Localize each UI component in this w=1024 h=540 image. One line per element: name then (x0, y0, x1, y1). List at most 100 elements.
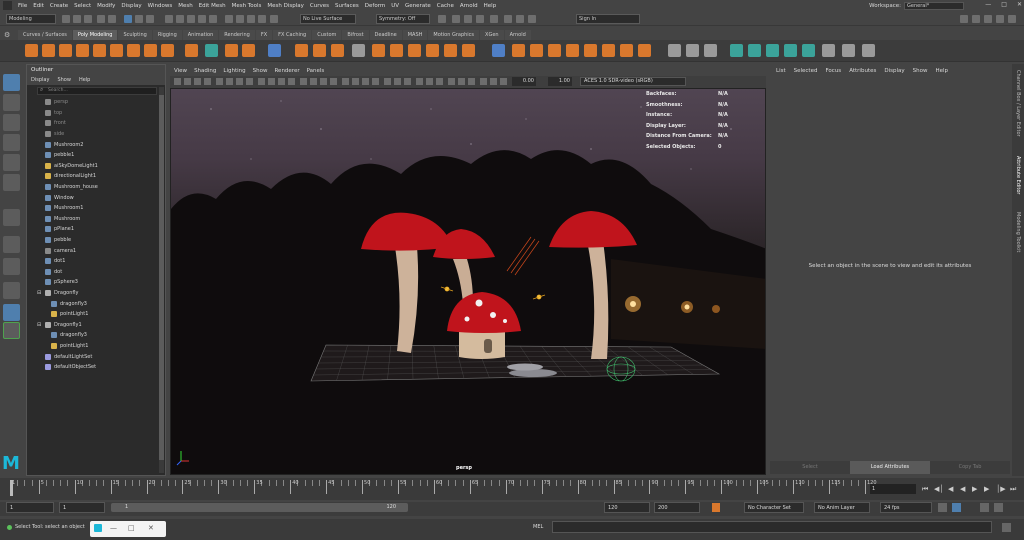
persp-outliner-layout-icon[interactable] (3, 258, 20, 275)
shelf-menu-icon[interactable]: ⚙ (4, 31, 10, 39)
redo-icon[interactable] (108, 15, 116, 23)
shelf-tab-curves-surfaces[interactable]: Curves / Surfaces (18, 30, 72, 40)
ae-menu-focus[interactable]: Focus (825, 67, 841, 76)
menu-mesh[interactable]: Mesh (178, 3, 192, 9)
viewport-tool-icon[interactable] (300, 78, 307, 85)
combine-icon[interactable] (295, 44, 308, 57)
outliner-item[interactable]: dragonfly3 (27, 330, 165, 341)
outliner-item[interactable]: ⊟ Dragonfly1 (27, 319, 165, 330)
select-component-icon[interactable] (146, 15, 154, 23)
shelf-tab-motion-graphics[interactable]: Motion Graphics (428, 30, 480, 40)
poly-plane-icon[interactable] (110, 44, 123, 57)
connect-icon[interactable] (602, 44, 615, 57)
outliner-item[interactable]: pointLight1 (27, 309, 165, 320)
expand-toggle-icon[interactable]: ⊟ (37, 322, 41, 328)
viewport-tool-icon[interactable] (174, 78, 181, 85)
planar-map-icon[interactable] (748, 44, 761, 57)
menu-edit[interactable]: Edit (33, 3, 44, 9)
ae-menu-attributes[interactable]: Attributes (849, 67, 876, 76)
loop-icon[interactable] (938, 503, 947, 512)
tool-settings-icon[interactable] (996, 15, 1004, 23)
poly-pyramid-icon[interactable] (161, 44, 174, 57)
viewport-tool-icon[interactable] (310, 78, 317, 85)
viewport-tool-icon[interactable] (384, 78, 391, 85)
outliner-item[interactable]: defaultLightSet (27, 351, 165, 362)
expand-toggle-icon[interactable]: ⊟ (37, 290, 41, 296)
snap-curve-icon[interactable] (236, 15, 244, 23)
unfold-uv-icon[interactable] (862, 44, 875, 57)
arnold-pause-icon[interactable] (528, 15, 536, 23)
attribute-editor-toggle-icon[interactable] (984, 15, 992, 23)
outliner-item[interactable]: Mushroom_house (27, 182, 165, 193)
outliner-item[interactable]: top (27, 108, 165, 119)
smooth-icon[interactable] (331, 44, 344, 57)
menu-set-dropdown[interactable]: Modeling (6, 14, 56, 24)
viewport-menu-show[interactable]: Show (253, 67, 268, 76)
history-icon[interactable] (438, 15, 446, 23)
bevel-icon[interactable] (426, 44, 439, 57)
poly-cone-icon[interactable] (76, 44, 89, 57)
shelf-tab-animation[interactable]: Animation (182, 30, 219, 40)
poly-cube-icon[interactable] (42, 44, 55, 57)
ae-menu-show[interactable]: Show (913, 67, 928, 76)
playback-start-field[interactable]: 1 (59, 502, 105, 513)
viewport-menu-renderer[interactable]: Renderer (274, 67, 299, 76)
shelf-tab-deadline[interactable]: Deadline (369, 30, 402, 40)
outliner-item[interactable]: dot1 (27, 256, 165, 267)
viewport-tool-icon[interactable] (480, 78, 487, 85)
hypershade-icon[interactable] (490, 15, 498, 23)
script-editor-icon[interactable] (1002, 523, 1011, 532)
viewport-tool-icon[interactable] (468, 78, 475, 85)
anim-layer-dropdown[interactable]: No Anim Layer (814, 502, 870, 513)
extrude-icon[interactable] (390, 44, 403, 57)
make-live-icon[interactable] (270, 15, 278, 23)
outliner-item[interactable]: ⊟ Dragonfly (27, 288, 165, 299)
viewport-tool-icon[interactable] (330, 78, 337, 85)
menu-deform[interactable]: Deform (365, 3, 385, 9)
viewport-tool-icon[interactable] (342, 78, 349, 85)
viewport-tool-icon[interactable] (236, 78, 243, 85)
animation-prefs-icon[interactable] (980, 503, 989, 512)
channel-box-toggle-icon[interactable] (1008, 15, 1016, 23)
auto-key-icon[interactable] (712, 503, 720, 512)
poly-torus-icon[interactable] (93, 44, 106, 57)
step-forward-key-icon[interactable]: │▶ (996, 485, 1006, 493)
render-settings-icon[interactable] (476, 15, 484, 23)
step-back-frame-icon[interactable]: ◀ (948, 485, 953, 493)
character-set-dropdown[interactable]: No Character Set (744, 502, 804, 513)
boolean-icon[interactable] (352, 44, 365, 57)
step-forward-frame-icon[interactable]: ▶ (984, 485, 989, 493)
shelf-tab-rigging[interactable]: Rigging (152, 30, 182, 40)
select-deformers-icon[interactable] (209, 15, 217, 23)
append-polygon-icon[interactable] (462, 44, 475, 57)
shelf-tab-xgen[interactable]: XGen (480, 30, 504, 40)
sign-in-dropdown[interactable]: Sign In (576, 14, 640, 24)
outliner-item[interactable]: defaultObjectSet (27, 362, 165, 373)
shelf-tab-bifrost[interactable]: Bifrost (342, 30, 369, 40)
pick-mask-icon[interactable] (165, 15, 173, 23)
outliner-item[interactable]: aiSkyDomeLight1 (27, 161, 165, 172)
workspace-dropdown[interactable]: General* (904, 1, 964, 10)
menu-uv[interactable]: UV (391, 3, 399, 9)
select-surfaces-icon[interactable] (198, 15, 206, 23)
viewport-tool-icon[interactable] (194, 78, 201, 85)
playback-end-field[interactable]: 120 (604, 502, 650, 513)
viewport-tool-icon[interactable] (352, 78, 359, 85)
outliner-item[interactable]: pPlane1 (27, 224, 165, 235)
viewport-tool-icon[interactable] (216, 78, 223, 85)
target-weld-icon[interactable] (548, 44, 561, 57)
viewport-tool-icon[interactable] (204, 78, 211, 85)
play-backwards-icon[interactable]: ◀ (960, 485, 965, 493)
viewport-tool-icon[interactable] (278, 78, 285, 85)
viewport-tool-icon[interactable] (226, 78, 233, 85)
ipr-render-icon[interactable] (464, 15, 472, 23)
shelf-tab-sculpting[interactable]: Sculpting (118, 30, 152, 40)
outliner-item[interactable]: front (27, 118, 165, 129)
automatic-map-icon[interactable] (766, 44, 779, 57)
menu-file[interactable]: File (18, 3, 27, 9)
outliner-item[interactable]: persp (27, 97, 165, 108)
character-controls-icon[interactable] (972, 15, 980, 23)
outliner-item[interactable]: Window (27, 192, 165, 203)
viewport-menu-shading[interactable]: Shading (194, 67, 216, 76)
outliner-item[interactable]: pebble (27, 235, 165, 246)
